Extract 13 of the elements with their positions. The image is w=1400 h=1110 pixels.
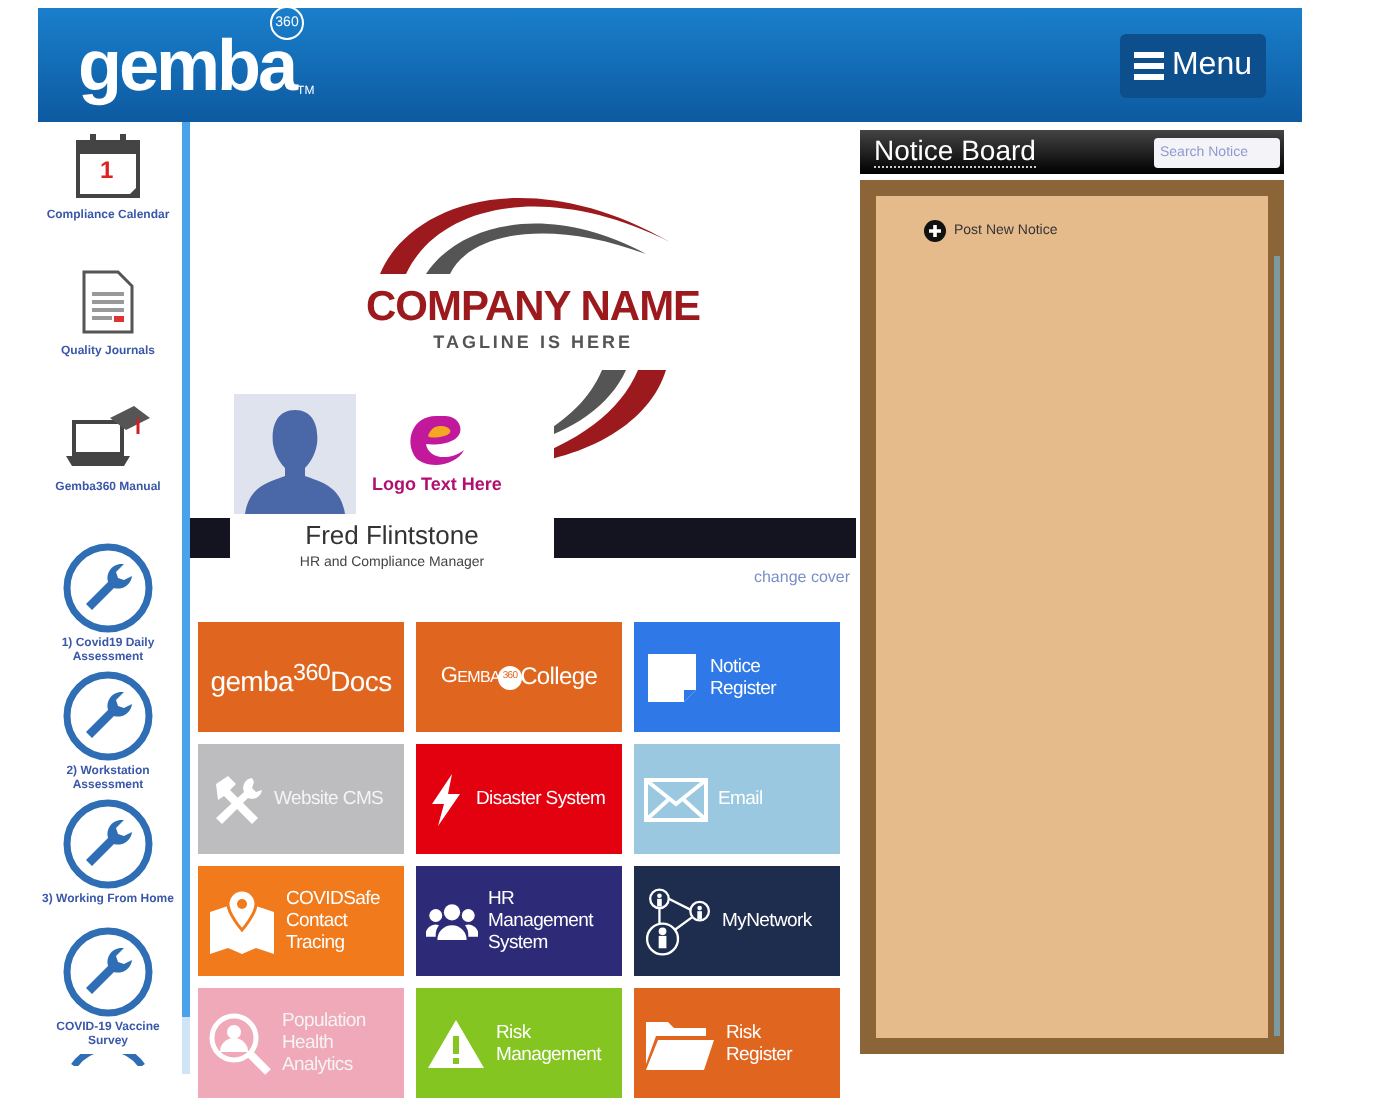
app-tile[interactable]: Disaster System bbox=[416, 744, 622, 854]
logo-text: Logo Text Here bbox=[372, 474, 502, 494]
app-tile[interactable]: HR Management System bbox=[416, 866, 622, 976]
company-name: COMPANY NAME bbox=[366, 284, 701, 332]
notice-board-title: Notice Board bbox=[874, 136, 1036, 168]
app-tile[interactable]: MyNetwork bbox=[634, 866, 840, 976]
app-tile[interactable]: Notice Register bbox=[634, 622, 840, 732]
tagline: TAGLINE IS HERE bbox=[433, 332, 633, 352]
menu-button[interactable]: Menu bbox=[1119, 33, 1266, 97]
profile-name: Fred Flintstone bbox=[305, 520, 479, 550]
calendar-day-number: 1 bbox=[100, 156, 114, 184]
app-tile[interactable]: Risk Register bbox=[634, 988, 840, 1098]
app-tile[interactable]: gemba$^{360}$Docs bbox=[198, 622, 404, 732]
